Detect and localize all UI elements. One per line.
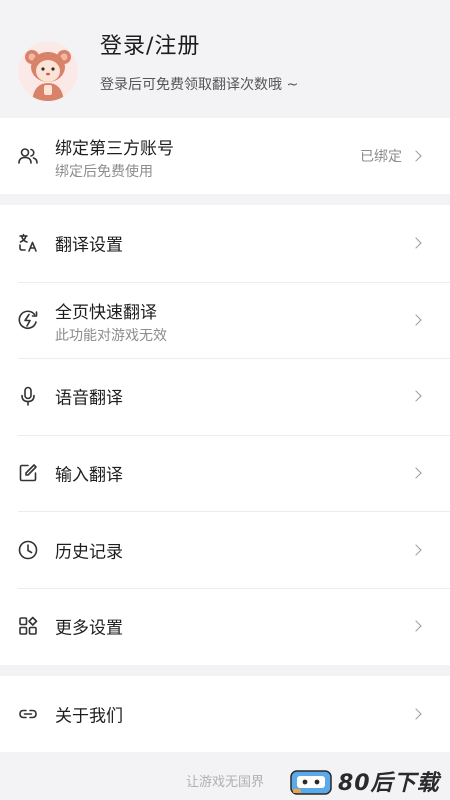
- clock-icon: [17, 539, 39, 561]
- grid-icon: [17, 615, 39, 637]
- menu-item-label: 更多设置: [55, 618, 123, 639]
- menu-list: 翻译设置 全页快速翻译 此功能对游戏无效 语音翻译 输入翻译 历史记录 更多设置: [0, 205, 450, 665]
- translate-icon: [17, 232, 39, 254]
- bind-account-row[interactable]: 绑定第三方账号 绑定后免费使用 已绑定: [0, 118, 450, 194]
- link-icon: [17, 703, 39, 725]
- menu-item-history[interactable]: 历史记录: [0, 511, 450, 588]
- login-hint-text: 登录后可免费领取翻译次数哦 ~: [100, 77, 299, 93]
- menu-item-fast-translate[interactable]: 全页快速翻译 此功能对游戏无效: [0, 281, 450, 359]
- chevron-right-icon: [410, 237, 422, 249]
- bind-account-label: 绑定第三方账号: [55, 139, 174, 159]
- chevron-right-icon: [410, 467, 422, 479]
- watermark-logo-icon: [290, 770, 332, 795]
- menu-item-label: 历史记录: [55, 542, 123, 563]
- menu-item-label: 语音翻译: [55, 388, 123, 409]
- menu-item-label: 全页快速翻译: [55, 302, 157, 323]
- menu-item-label: 输入翻译: [55, 465, 123, 486]
- avatar[interactable]: [18, 41, 78, 101]
- menu-item-subtitle: 此功能对游戏无效: [55, 327, 167, 344]
- chevron-right-icon: [410, 150, 422, 162]
- menu-item-about-us[interactable]: 关于我们: [0, 675, 450, 753]
- chevron-right-icon: [410, 708, 422, 720]
- watermark-text: 80后下载: [338, 771, 440, 796]
- bind-account-subtitle: 绑定后免费使用: [55, 164, 153, 180]
- fast-translate-icon: [17, 309, 39, 331]
- chevron-right-icon: [410, 620, 422, 632]
- bear-avatar-icon: [18, 41, 78, 101]
- menu-item-label: 关于我们: [55, 706, 123, 727]
- chevron-right-icon: [410, 390, 422, 403]
- chevron-right-icon: [410, 544, 422, 556]
- menu-item-translate-settings[interactable]: 翻译设置: [0, 205, 450, 282]
- chevron-right-icon: [410, 314, 422, 326]
- slogan-text: 让游戏无国界: [186, 775, 265, 790]
- menu-item-voice-translate[interactable]: 语音翻译: [0, 358, 450, 435]
- users-icon: [17, 145, 39, 167]
- menu-item-input-translate[interactable]: 输入翻译: [0, 434, 450, 512]
- footer: 让游戏无国界 80后下载: [0, 750, 450, 800]
- menu-item-label: 翻译设置: [55, 235, 123, 256]
- menu-item-more-settings[interactable]: 更多设置: [0, 587, 450, 665]
- login-register-title[interactable]: 登录/注册: [100, 28, 200, 60]
- bind-status-text: 已绑定: [360, 149, 402, 165]
- edit-icon: [17, 462, 39, 484]
- profile-header[interactable]: 登录/注册 登录后可免费领取翻译次数哦 ~: [0, 0, 450, 118]
- microphone-icon: [17, 385, 39, 407]
